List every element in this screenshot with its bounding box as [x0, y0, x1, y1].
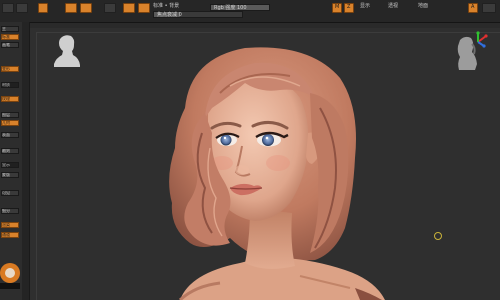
left-tray-item-5[interactable]: 纹理: [1, 96, 19, 102]
left-tray-item-2[interactable]: 画笔: [1, 42, 19, 48]
nose-tip: [235, 165, 249, 175]
toolbar-button-rotate[interactable]: [104, 3, 116, 13]
toolbar-button-z-label: Z: [347, 4, 351, 10]
toolbar-button-2[interactable]: [16, 3, 28, 13]
toolbar-button-rgb[interactable]: [138, 3, 150, 13]
left-tray-item-6[interactable]: 图层: [1, 112, 19, 118]
toolbar-button-m-label: M: [335, 4, 340, 10]
toolbar-label-persp: 透视: [388, 3, 399, 9]
cheek-right-blush: [266, 155, 290, 171]
focal-shift-label: 焦点衰减 0: [157, 12, 182, 18]
left-tray-item-7[interactable]: 几何: [1, 120, 19, 126]
left-tray-item-15[interactable]: 通道: [1, 232, 19, 238]
toolbar-button-a-label: A: [471, 4, 475, 10]
toolbar-button-end[interactable]: [482, 3, 496, 13]
toolbar-button-mrgb[interactable]: [123, 3, 135, 13]
left-tray-item-12[interactable]: 可见: [1, 190, 19, 196]
toolbar-label-standard: 标准 • 背景: [153, 3, 180, 9]
eye-right-iris: [262, 134, 274, 146]
left-tray: 主 标准 画笔 变形 材质 纹理 图层 几何 表面 雕刻 显示 蒙版 可见 细分…: [0, 22, 23, 300]
zbrush-app-window: 标准 • 背景 焦点衰减 0 Rgb 强度 100 M Z 显示 透视 地面 A…: [0, 0, 500, 300]
toolbar-label-display: 显示: [360, 3, 371, 9]
left-tray-item-10[interactable]: 显示: [1, 162, 19, 168]
toolbar-button-scale[interactable]: [80, 3, 92, 13]
gizmo-axis-z-tip: [482, 44, 486, 48]
navigation-gizmo-icon[interactable]: [445, 30, 491, 78]
eye-right-highlight: [265, 136, 269, 140]
brush-cursor-ring: [434, 232, 442, 240]
left-tray-item-3[interactable]: 变形: [1, 66, 19, 72]
left-tray-item-13[interactable]: 细分: [1, 208, 19, 214]
top-toolbar: 标准 • 背景 焦点衰减 0 Rgb 强度 100 M Z 显示 透视 地面 A: [0, 0, 500, 23]
rgb-intensity-slider[interactable]: Rgb 强度 100: [210, 4, 270, 11]
color-picker-center[interactable]: [5, 268, 15, 278]
left-tray-item-4[interactable]: 材质: [1, 82, 19, 88]
color-picker[interactable]: [0, 261, 20, 289]
color-swatch-secondary[interactable]: [0, 283, 20, 289]
left-tray-item-1[interactable]: 标准: [1, 34, 19, 40]
toolbar-button-move[interactable]: [65, 3, 77, 13]
rgb-intensity-label: Rgb 强度 100: [214, 5, 247, 11]
toolbar-button-a[interactable]: A: [468, 3, 478, 13]
left-tray-scroll-strip[interactable]: [22, 22, 30, 300]
toolbar-button-z[interactable]: Z: [344, 3, 354, 13]
gizmo-axis-x-tip: [484, 34, 488, 38]
bust-silhouette-shape: [54, 35, 80, 67]
toolbar-button-m[interactable]: M: [332, 3, 342, 13]
sculpt-model-bust[interactable]: [150, 38, 390, 300]
toolbar-button-draw[interactable]: [38, 3, 48, 13]
left-tray-item-9[interactable]: 雕刻: [1, 148, 19, 154]
left-tray-item-14[interactable]: 渲染: [1, 222, 19, 228]
left-tray-item-0[interactable]: 主: [1, 26, 19, 32]
toolbar-button-1[interactable]: [2, 3, 14, 13]
eye-left-iris: [220, 134, 232, 146]
left-tray-item-11[interactable]: 蒙版: [1, 172, 19, 178]
toolbar-label-floor: 地面: [418, 3, 429, 9]
bust-silhouette-icon[interactable]: [52, 33, 82, 69]
focal-shift-slider[interactable]: 焦点衰减 0: [153, 11, 243, 18]
eye-left-highlight: [223, 136, 227, 140]
left-tray-item-8[interactable]: 表面: [1, 132, 19, 138]
gizmo-axis-y-tip: [476, 31, 480, 35]
